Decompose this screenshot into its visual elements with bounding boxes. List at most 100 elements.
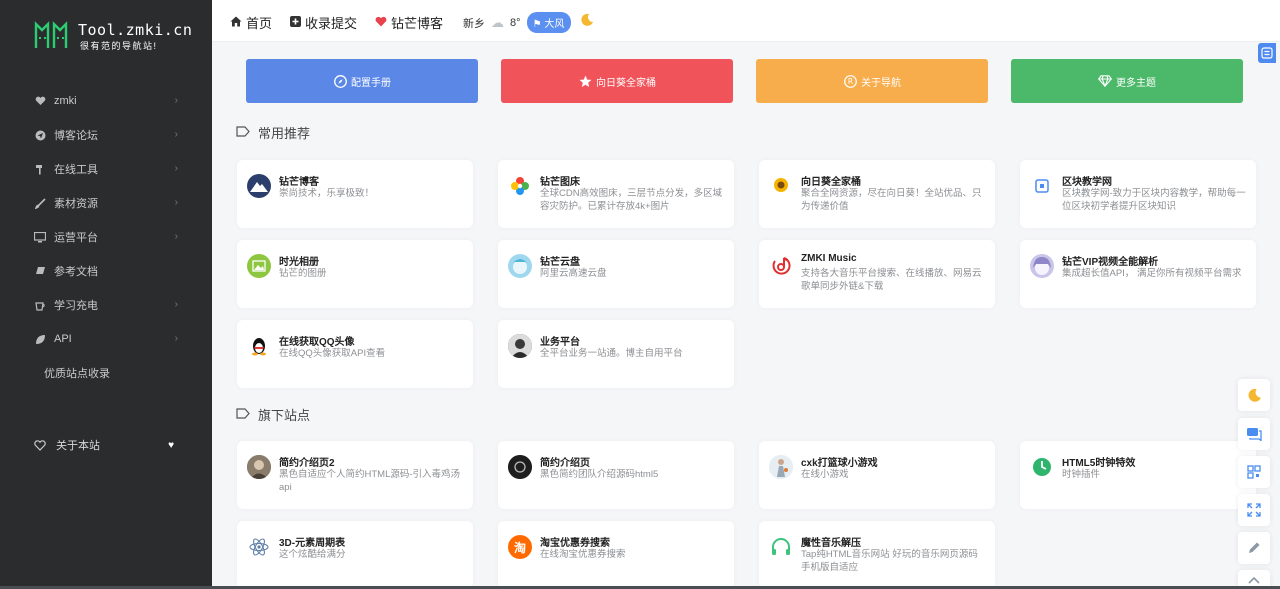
logo[interactable]: Tool.zmki.cn 很有范的导航站! bbox=[34, 18, 192, 52]
heart-icon: ♥ bbox=[168, 439, 174, 451]
card-title: 钻芒VIP视频全能解析 bbox=[1062, 257, 1159, 268]
translate-tab[interactable] bbox=[1258, 43, 1276, 63]
sunflower-icon bbox=[769, 174, 793, 198]
card-title: 简约介绍页2 bbox=[279, 458, 335, 469]
card-desc: 在线淘宝优惠券搜索 bbox=[540, 549, 626, 560]
dark-mode-button[interactable] bbox=[1238, 379, 1270, 411]
nav-home[interactable]: 首页 bbox=[230, 13, 272, 32]
site-card-intro2[interactable]: 简约介绍页2 黑色自适应个人简约HTML源码-引入毒鸡汤api bbox=[237, 441, 473, 509]
diamond-icon bbox=[1098, 74, 1112, 88]
section-title-text: 旗下站点 bbox=[258, 408, 311, 423]
more-themes-button[interactable]: 更多主题 bbox=[1011, 59, 1243, 103]
config-manual-button[interactable]: 配置手册 bbox=[246, 59, 478, 103]
about-label: 关于本站 bbox=[56, 440, 100, 452]
logo-title: Tool.zmki.cn bbox=[78, 21, 193, 39]
card-desc: 钻芒的图册 bbox=[279, 268, 327, 279]
card-desc: 这个炫酷给满分 bbox=[279, 549, 346, 560]
section-title: 常用推荐 bbox=[236, 123, 310, 142]
sidebar-item-learning[interactable]: 学习充电 › bbox=[0, 288, 212, 322]
sidebar-item-online-tools[interactable]: 在线工具 › bbox=[0, 152, 212, 186]
sidebar-item-zmki[interactable]: zmki › bbox=[0, 84, 212, 118]
weather-temp: 8° bbox=[510, 16, 521, 29]
card-title: 钻芒图床 bbox=[540, 177, 580, 188]
photo-icon bbox=[247, 254, 271, 278]
card-desc: 全平台业务一站通。博主自用平台 bbox=[540, 348, 683, 359]
translate-icon bbox=[1261, 47, 1273, 59]
nav-submit[interactable]: 收录提交 bbox=[290, 13, 357, 32]
sidebar-item-docs[interactable]: 参考文档 bbox=[0, 254, 212, 288]
sidebar-item-operations[interactable]: 运营平台 › bbox=[0, 220, 212, 254]
site-card-business[interactable]: 业务平台 全平台业务一站通。博主自用平台 bbox=[498, 320, 734, 388]
sidebar-item-label: API bbox=[54, 333, 72, 345]
site-card-sunflower[interactable]: 向日葵全家桶 聚合全网资源，尽在向日葵！全站优品、只为传递价值 bbox=[759, 160, 995, 228]
sidebar-item-label: 优质站点收录 bbox=[44, 368, 110, 380]
sidebar-item-label: 在线工具 bbox=[54, 164, 98, 176]
site-card-music-relief[interactable]: 魔性音乐解压 Tap纯HTML音乐网站 好玩的音乐网页源码 手机版自适应 bbox=[759, 521, 995, 589]
about-nav-button[interactable]: R 关于导航 bbox=[756, 59, 988, 103]
book-icon bbox=[34, 265, 46, 277]
weather-city: 新乡 bbox=[463, 17, 486, 30]
sunflower-suite-button[interactable]: 向日葵全家桶 bbox=[501, 59, 733, 103]
card-title: 时光相册 bbox=[279, 257, 319, 268]
site-card-album[interactable]: 时光相册 钻芒的图册 bbox=[237, 240, 473, 308]
card-title: 在线获取QQ头像 bbox=[279, 337, 355, 348]
cloud-icon: ☁ bbox=[491, 14, 505, 30]
fullscreen-button[interactable] bbox=[1238, 494, 1270, 526]
site-card-music[interactable]: ZMKI Music 支持各大音乐平台搜索、在线播放、网易云歌单同步外链&下载 bbox=[759, 240, 995, 308]
mountain-icon bbox=[247, 174, 271, 198]
qrcode-icon bbox=[1247, 465, 1261, 479]
arrow-up-icon bbox=[1248, 576, 1260, 584]
card-title: 3D-元素周期表 bbox=[279, 538, 346, 549]
chevron-right-icon: › bbox=[174, 197, 178, 208]
sidebar-item-api[interactable]: API › bbox=[0, 322, 212, 356]
moon-icon bbox=[581, 13, 593, 26]
sidebar-item-resources[interactable]: 素材资源 › bbox=[0, 186, 212, 220]
edit-button[interactable] bbox=[1238, 532, 1270, 564]
card-title: 钻芒云盘 bbox=[540, 257, 580, 268]
weather-widget[interactable]: 新乡 ☁ 8° ⚑ 大风 bbox=[463, 12, 572, 33]
dark-mode-toggle[interactable] bbox=[580, 13, 594, 32]
card-desc: 在线小游戏 bbox=[801, 469, 849, 480]
button-label: 配置手册 bbox=[351, 77, 391, 89]
card-desc: 在线QQ头像获取API查看 bbox=[279, 348, 386, 359]
site-card-block-edu[interactable]: 区块教学网 区块教学网-致力于区块内容教学，帮助每一位区块初学者提升区块知识 bbox=[1020, 160, 1256, 228]
tag-icon bbox=[236, 407, 250, 422]
chevron-right-icon: › bbox=[174, 333, 178, 344]
card-desc: 集成超长值API， 满足你所有视频平台需求 bbox=[1062, 268, 1242, 279]
avatar-icon bbox=[247, 455, 271, 479]
site-card-clock[interactable]: HTML5时钟特效 时钟插件 bbox=[1020, 441, 1256, 509]
card-title: 向日葵全家桶 bbox=[801, 177, 861, 188]
chat-button[interactable] bbox=[1238, 418, 1270, 450]
button-label: 更多主题 bbox=[1116, 77, 1156, 89]
site-card-cloud-drive[interactable]: 钻芒云盘 阿里云高速云盘 bbox=[498, 240, 734, 308]
chevron-right-icon: › bbox=[174, 129, 178, 140]
site-card-taobao-coupon[interactable]: 淘 淘宝优惠券搜索 在线淘宝优惠券搜索 bbox=[498, 521, 734, 589]
sidebar-item-label: 博客论坛 bbox=[54, 130, 98, 142]
nav-label: 钻芒博客 bbox=[391, 16, 444, 31]
site-card-intro[interactable]: 简约介绍页 黑色简约团队介绍源码html5 bbox=[498, 441, 734, 509]
site-card-image-host[interactable]: 钻芒图床 全球CDN高效图床，三层节点分发，多区域容灾防护。已累计存放4k+图片 bbox=[498, 160, 734, 228]
sidebar-item-about[interactable]: 关于本站 ♥ bbox=[0, 430, 212, 460]
site-card-vip-video[interactable]: 钻芒VIP视频全能解析 集成超长值API， 满足你所有视频平台需求 bbox=[1020, 240, 1256, 308]
card-title: ZMKI Music bbox=[801, 253, 857, 264]
card-desc: 区块教学网-致力于区块内容教学，帮助每一位区块初学者提升区块知识 bbox=[1062, 188, 1246, 212]
card-desc: 聚合全网资源，尽在向日葵！全站优品、只为传递价值 bbox=[801, 188, 982, 212]
nav-blog[interactable]: 钻芒博客 bbox=[375, 13, 443, 32]
site-card-cxk-game[interactable]: cxk打篮球小游戏 在线小游戏 bbox=[759, 441, 995, 509]
qrcode-button[interactable] bbox=[1238, 456, 1270, 488]
pencil-icon bbox=[1249, 542, 1260, 553]
site-card-qq-avatar[interactable]: 在线获取QQ头像 在线QQ头像获取API查看 bbox=[237, 320, 473, 388]
sidebar-item-blog-forum[interactable]: 博客论坛 › bbox=[0, 118, 212, 152]
monitor-icon bbox=[34, 231, 46, 243]
cup-icon bbox=[34, 299, 46, 311]
card-desc: 时钟插件 bbox=[1062, 469, 1101, 480]
card-title: 区块教学网 bbox=[1062, 177, 1112, 188]
qq-penguin-icon bbox=[247, 334, 271, 358]
site-card-blog[interactable]: 钻芒博客 崇尚技术，乐享极致！ bbox=[237, 160, 473, 228]
card-desc: 崇尚技术，乐享极致！ bbox=[279, 188, 375, 199]
plus-square-icon bbox=[290, 15, 302, 30]
site-card-periodic-table[interactable]: 3D-元素周期表 这个炫酷给满分 bbox=[237, 521, 473, 589]
sidebar-item-quality-sites[interactable]: 优质站点收录 bbox=[0, 356, 212, 390]
brush-icon bbox=[34, 197, 46, 209]
avatar-icon bbox=[508, 334, 532, 358]
